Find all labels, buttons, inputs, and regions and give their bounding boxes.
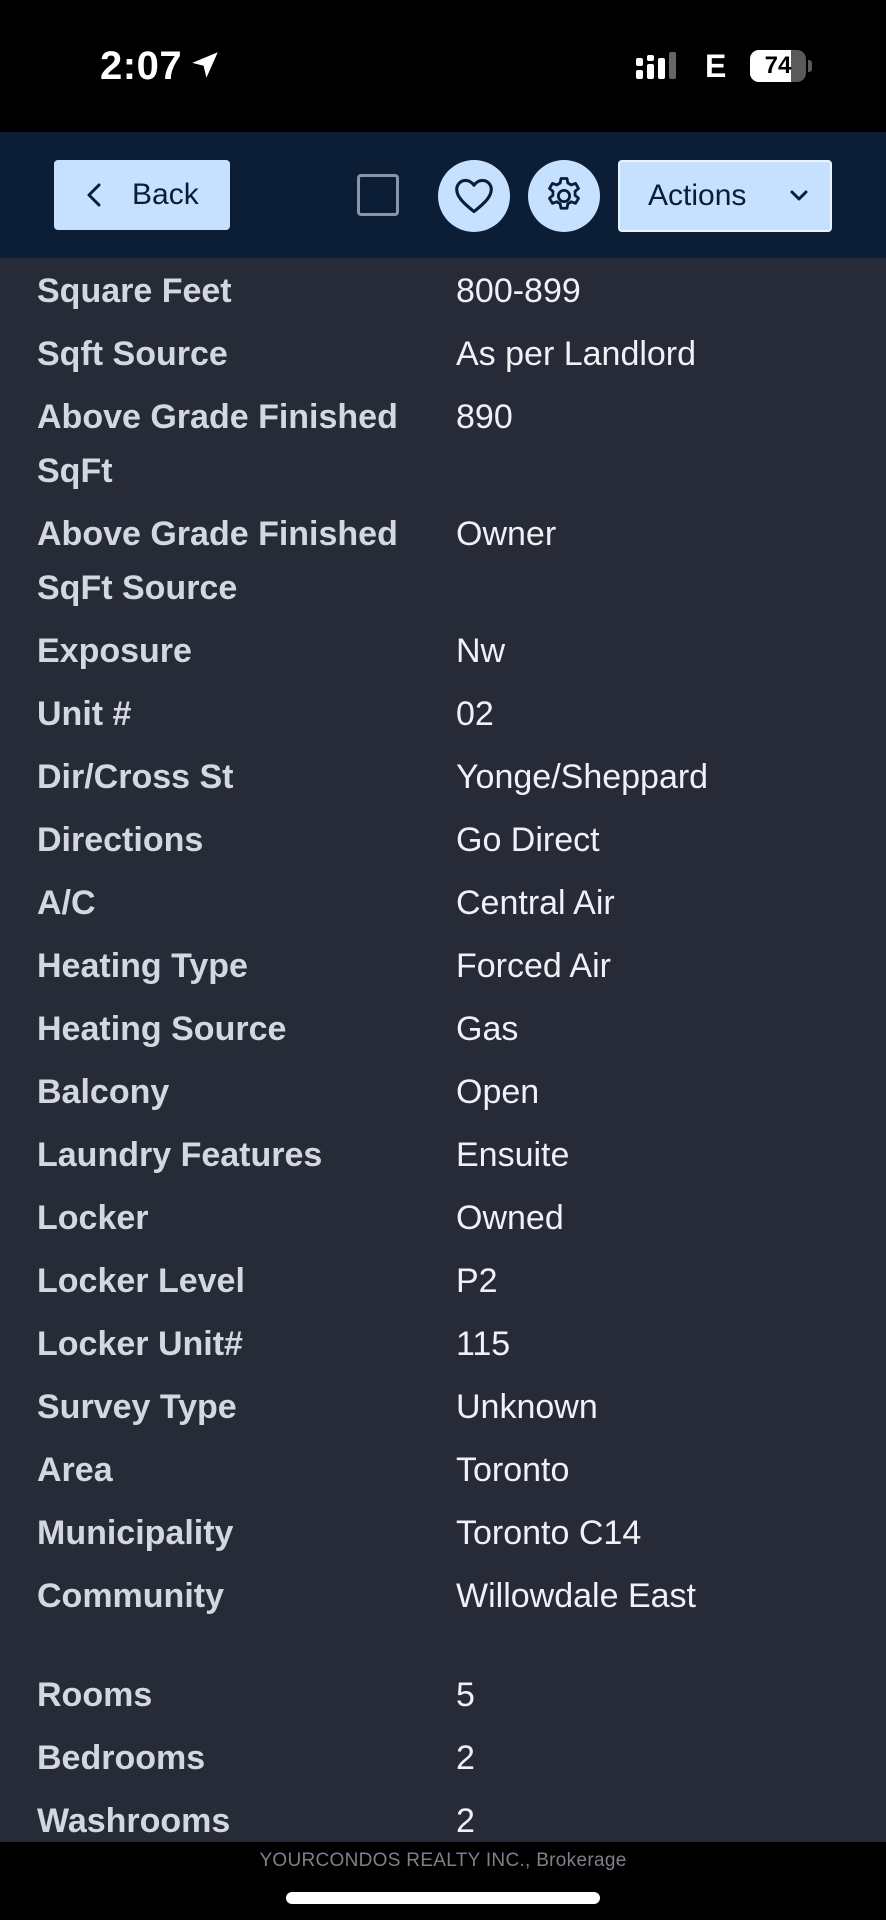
detail-label: Heating Source — [37, 1010, 287, 1048]
detail-label: Community — [37, 1577, 224, 1615]
detail-label: Sqft Source — [37, 335, 228, 373]
detail-value: Nw — [456, 632, 506, 670]
detail-value: Ensuite — [456, 1136, 570, 1174]
back-button[interactable]: Back — [54, 160, 230, 230]
detail-label: Washrooms — [37, 1802, 231, 1840]
detail-value: 5 — [456, 1676, 475, 1714]
detail-label: Survey Type — [37, 1388, 237, 1426]
screen: 2:07 E 74 Back Actions Square Feet 800-8… — [0, 0, 886, 1920]
detail-value: 2 — [456, 1802, 475, 1840]
detail-label: Above Grade Finished SqFt Source — [37, 515, 398, 607]
home-indicator[interactable] — [286, 1892, 600, 1904]
settings-button[interactable] — [528, 160, 600, 232]
detail-value: P2 — [456, 1262, 498, 1300]
actions-dropdown-button[interactable]: Actions — [618, 160, 832, 232]
status-time: 2:07 — [100, 44, 183, 88]
detail-value: Forced Air — [456, 947, 611, 985]
detail-label: Directions — [37, 821, 204, 859]
detail-value: As per Landlord — [456, 335, 697, 373]
property-details-list[interactable]: Square Feet 800-899 Sqft Source As per Land… — [0, 258, 886, 1842]
battery-nub — [808, 60, 812, 72]
chevron-down-icon — [790, 190, 808, 201]
detail-value: Unknown — [456, 1388, 598, 1426]
detail-label: Balcony — [37, 1073, 170, 1111]
detail-value: Toronto C14 — [456, 1514, 642, 1552]
detail-value: Willowdale East — [456, 1577, 696, 1615]
network-type: E — [705, 48, 727, 84]
detail-value: Open — [456, 1073, 540, 1111]
detail-value: Owned — [456, 1199, 564, 1237]
detail-label: Heating Type — [37, 947, 248, 985]
detail-label: Rooms — [37, 1676, 153, 1714]
detail-label: A/C — [37, 884, 96, 922]
detail-label: Locker — [37, 1199, 149, 1237]
detail-label: Square Feet — [37, 272, 232, 310]
detail-value: Central Air — [456, 884, 615, 922]
detail-label: Locker Level — [37, 1262, 245, 1300]
detail-label: Above Grade Finished SqFt — [37, 398, 398, 490]
detail-value: Toronto — [456, 1451, 570, 1489]
detail-label: Exposure — [37, 632, 192, 670]
status-bar: 2:07 E 74 — [0, 0, 886, 132]
favorite-button[interactable] — [438, 160, 510, 232]
battery-body: 74 — [750, 50, 806, 82]
detail-value: 02 — [456, 695, 494, 733]
back-button-label: Back — [132, 178, 199, 211]
heart-icon — [455, 178, 493, 214]
detail-value: Yonge/Sheppard — [456, 758, 709, 796]
toolbar: Back Actions — [0, 132, 886, 258]
location-arrow-icon — [192, 52, 218, 78]
detail-value: Owner — [456, 515, 557, 553]
detail-value: 800-899 — [456, 272, 581, 310]
battery-icon: 74 — [750, 50, 812, 82]
detail-label: Unit # — [37, 695, 132, 733]
detail-label: Laundry Features — [37, 1136, 323, 1174]
detail-value: 2 — [456, 1739, 475, 1777]
brokerage-credit: YOURCONDOS REALTY INC., Brokerage — [259, 1850, 627, 1871]
detail-label: Municipality — [37, 1514, 234, 1552]
detail-label: Dir/Cross St — [37, 758, 234, 796]
detail-value: 890 — [456, 398, 513, 436]
detail-label: Bedrooms — [37, 1739, 206, 1777]
detail-value: Go Direct — [456, 821, 600, 859]
battery-level: 74 — [764, 52, 792, 79]
footer: YOURCONDOS REALTY INC., Brokerage — [0, 1842, 886, 1920]
detail-value: 115 — [456, 1325, 511, 1363]
detail-label: Locker Unit# — [37, 1325, 243, 1363]
detail-label: Area — [37, 1451, 113, 1489]
actions-button-label: Actions — [648, 179, 747, 212]
checkbox-icon[interactable] — [357, 174, 399, 216]
chevron-left-icon — [87, 183, 101, 207]
detail-value: Gas — [456, 1010, 519, 1048]
gear-icon — [548, 177, 580, 210]
signal-icon — [636, 52, 676, 79]
